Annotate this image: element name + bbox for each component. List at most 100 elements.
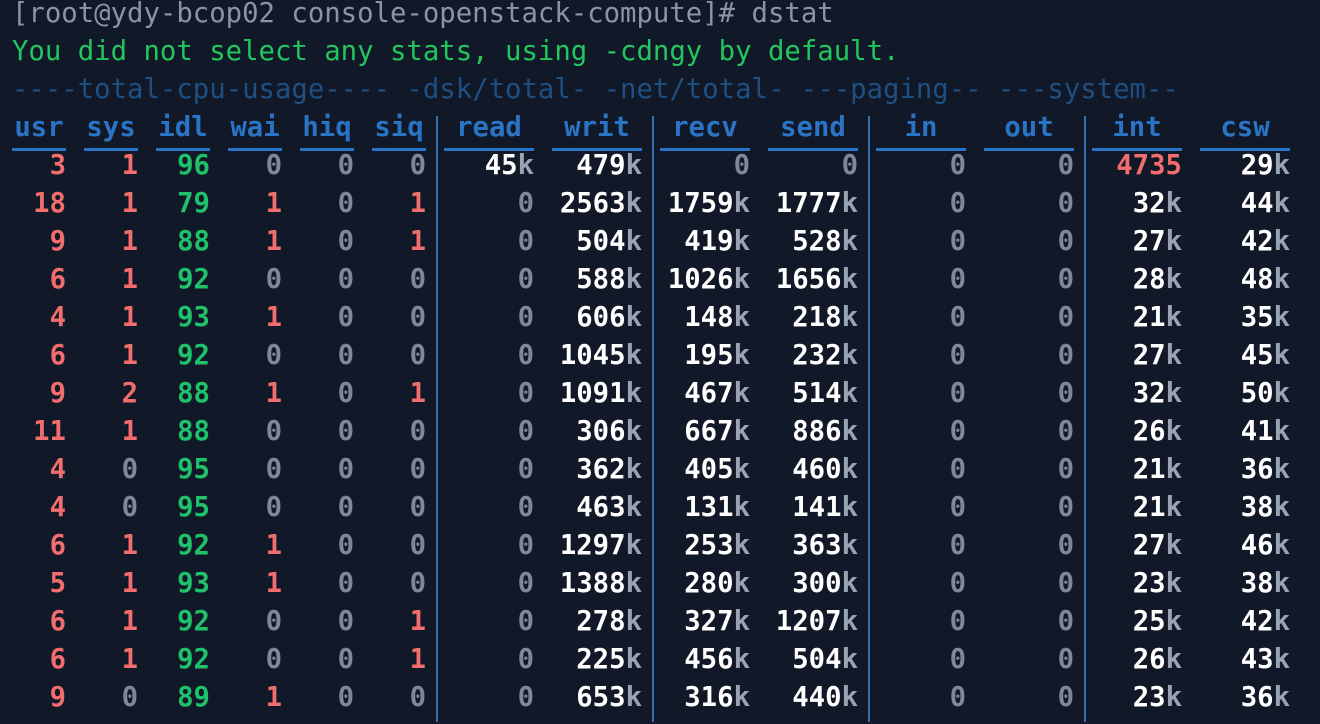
cell-read: 0: [517, 454, 534, 485]
cell-writ: 2563k: [559, 188, 642, 219]
cell-read: 0: [517, 682, 534, 713]
cell-csw: 35k: [1240, 302, 1290, 333]
cell-out: 0: [1057, 264, 1074, 295]
cell-out: 0: [1057, 150, 1074, 181]
cell-send: 1777k: [775, 188, 858, 219]
cell-read: 45k: [484, 150, 534, 181]
cell-recv: 1026k: [667, 264, 750, 295]
cell-send: 460k: [792, 454, 858, 485]
cell-recv: 316k: [684, 682, 750, 713]
column-header-read: read: [444, 114, 534, 151]
cell-recv: 253k: [684, 530, 750, 561]
column-header-out: out: [984, 114, 1074, 151]
cell-csw: 44k: [1240, 188, 1290, 219]
column-header-in: in: [876, 114, 966, 151]
cell-in: 0: [949, 264, 966, 295]
cell-writ: 653k: [576, 682, 642, 713]
cell-in: 0: [949, 568, 966, 599]
cell-read: 0: [517, 302, 534, 333]
cell-read: 0: [517, 340, 534, 371]
cell-in: 0: [949, 454, 966, 485]
cell-csw: 36k: [1240, 682, 1290, 713]
dstat-default-message: You did not select any stats, using -cdn…: [12, 36, 900, 67]
cell-csw: 38k: [1240, 492, 1290, 523]
cell-send: 886k: [792, 416, 858, 447]
cell-csw: 38k: [1240, 568, 1290, 599]
cell-int: 28k: [1132, 264, 1182, 295]
cell-send: 504k: [792, 644, 858, 675]
cell-out: 0: [1057, 226, 1074, 257]
cell-recv: 456k: [684, 644, 750, 675]
cell-siq: 1: [409, 188, 426, 219]
cell-recv: 131k: [684, 492, 750, 523]
column-header-recv: recv: [660, 114, 750, 151]
cell-read: 0: [517, 644, 534, 675]
cell-out: 0: [1057, 454, 1074, 485]
cell-send: 514k: [792, 378, 858, 409]
cell-writ: 606k: [576, 302, 642, 333]
cell-send: 1656k: [775, 264, 858, 295]
cell-siq: 0: [409, 150, 426, 181]
cell-read: 0: [517, 530, 534, 561]
cell-writ: 362k: [576, 454, 642, 485]
cell-siq: 0: [409, 264, 426, 295]
terminal-window[interactable]: [root@ydy-bcop02 console-openstack-compu…: [0, 0, 1320, 724]
cell-out: 0: [1057, 302, 1074, 333]
cell-send: 0: [841, 150, 858, 181]
cell-send: 300k: [792, 568, 858, 599]
cell-out: 0: [1057, 530, 1074, 561]
column-header-wai: wai: [228, 114, 282, 151]
cell-int: 32k: [1132, 188, 1182, 219]
cell-int: 21k: [1132, 492, 1182, 523]
column-header-hiq: hiq: [300, 114, 354, 151]
cell-csw: 42k: [1240, 226, 1290, 257]
cell-siq: 0: [409, 454, 426, 485]
column-header-idl: idl: [156, 114, 210, 151]
cell-int: 32k: [1132, 378, 1182, 409]
cell-out: 0: [1057, 492, 1074, 523]
cell-siq: 0: [409, 568, 426, 599]
cell-read: 0: [517, 492, 534, 523]
cell-read: 0: [517, 264, 534, 295]
cell-int: 27k: [1132, 530, 1182, 561]
cell-send: 218k: [792, 302, 858, 333]
cell-writ: 588k: [576, 264, 642, 295]
cell-int: 21k: [1132, 302, 1182, 333]
cell-in: 0: [949, 492, 966, 523]
cell-in: 0: [949, 606, 966, 637]
cell-writ: 225k: [576, 644, 642, 675]
cell-out: 0: [1057, 416, 1074, 447]
cell-out: 0: [1057, 378, 1074, 409]
cell-siq: 0: [409, 492, 426, 523]
cell-in: 0: [949, 530, 966, 561]
cell-send: 440k: [792, 682, 858, 713]
cell-recv: 1759k: [667, 188, 750, 219]
cell-writ: 1388k: [559, 568, 642, 599]
column-header-csw: csw: [1200, 114, 1290, 151]
cell-csw: 50k: [1240, 378, 1290, 409]
cell-siq: 0: [409, 302, 426, 333]
cell-csw: 43k: [1240, 644, 1290, 675]
cell-int: 23k: [1132, 682, 1182, 713]
cell-writ: 306k: [576, 416, 642, 447]
cell-read: 0: [517, 606, 534, 637]
cell-siq: 0: [409, 682, 426, 713]
column-header-send: send: [768, 114, 858, 151]
cell-recv: 195k: [684, 340, 750, 371]
column-header-siq: siq: [372, 114, 426, 151]
column-header-int: int: [1092, 114, 1182, 151]
cell-csw: 46k: [1240, 530, 1290, 561]
cell-out: 0: [1057, 340, 1074, 371]
cell-recv: 280k: [684, 568, 750, 599]
cell-read: 0: [517, 378, 534, 409]
cell-int: 21k: [1132, 454, 1182, 485]
column-header-writ: writ: [552, 114, 642, 151]
column-header-usr: usr: [12, 114, 66, 151]
cell-out: 0: [1057, 188, 1074, 219]
cell-siq: 1: [409, 378, 426, 409]
cell-out: 0: [1057, 644, 1074, 675]
cell-siq: 0: [409, 340, 426, 371]
cell-writ: 463k: [576, 492, 642, 523]
cell-send: 528k: [792, 226, 858, 257]
cell-send: 141k: [792, 492, 858, 523]
